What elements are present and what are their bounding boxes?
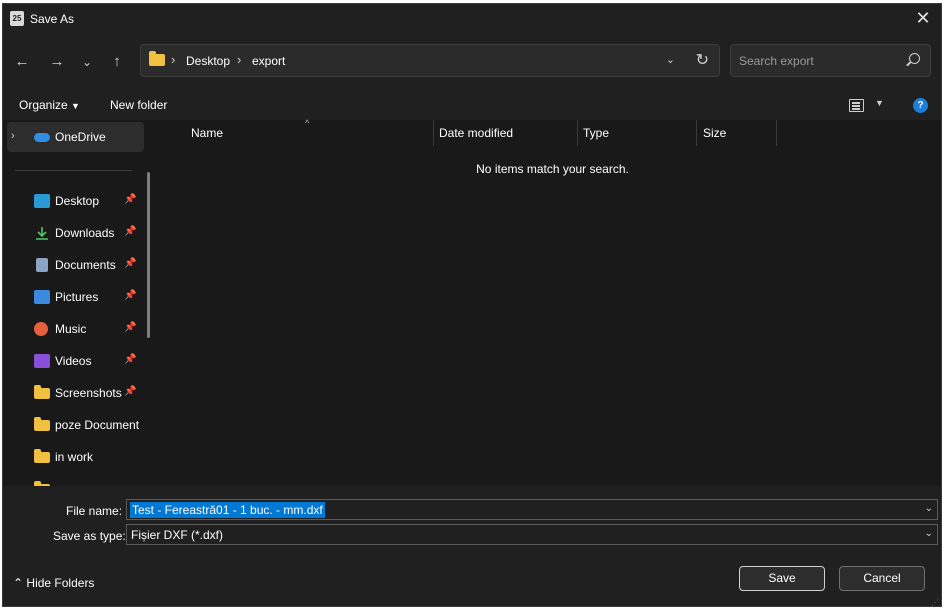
column-header-date-modified[interactable]: Date modified [439,126,513,146]
pin-icon: 📌 [124,322,137,333]
chevron-down-icon[interactable]: ⌄ [666,53,675,66]
new-folder-button[interactable]: New folder [110,98,167,112]
sidebar-item-videos[interactable]: Videos 📌 [3,346,148,376]
column-header-size[interactable]: Size [703,126,726,146]
desktop-icon [34,194,50,208]
pin-icon: 📌 [124,194,137,205]
chevron-right-icon: › [171,52,176,67]
sidebar-item-poze-document[interactable]: poze Document [3,410,148,440]
column-divider[interactable] [696,120,697,146]
sidebar-item-label: Pictures [55,290,99,304]
pin-icon: 📌 [124,290,137,301]
download-icon [34,226,50,240]
empty-state-message: No items match your search. [476,162,629,176]
column-divider[interactable] [776,120,777,146]
sort-ascending-icon: ^ [305,118,310,128]
sidebar-item-label: in work [55,450,94,464]
sidebar-item-pictures[interactable]: Pictures 📌 [3,282,148,312]
sidebar-item-in-work[interactable]: in work [3,442,148,472]
app-icon: 25 [10,11,24,26]
breadcrumb-desktop[interactable]: Desktop [186,54,230,68]
file-list: ^ Name Date modified Type Size No items … [160,118,941,486]
column-header-type[interactable]: Type [583,126,609,146]
folder-icon [34,417,50,431]
dialog-title: Save As [30,12,75,26]
refresh-icon[interactable]: ↻ [696,50,709,70]
file-name-value: Test - Fereastră01 - 1 buc. - mm.dxf [130,502,325,518]
sidebar-item-label: Music [55,322,87,336]
chevron-down-icon[interactable]: ▼ [875,98,884,108]
folder-icon [149,51,165,66]
navigation-pane: › OneDrive Desktop 📌 Downloads 📌 Documen… [3,120,160,486]
recent-locations-button[interactable]: ⌄ [76,51,98,73]
resize-grip-icon[interactable]: ⋰ [931,598,939,606]
videos-icon [34,354,50,368]
command-bar: Organize ▼ New folder ▼ ? [3,90,941,120]
nav-scrollbar[interactable] [147,172,150,338]
address-bar[interactable]: › Desktop › export ⌄ ↻ [140,44,720,77]
sidebar-item-music[interactable]: Music 📌 [3,314,148,344]
pictures-icon [34,290,50,304]
up-button[interactable]: ↑ [106,51,128,73]
sidebar-item-label: Screenshots [55,386,122,400]
file-name-label: File name: [66,504,123,518]
pin-icon: 📌 [124,226,137,237]
forward-button[interactable]: → [46,51,68,73]
chevron-up-icon: ⌃ [13,576,24,590]
pin-icon: 📌 [124,354,137,365]
sidebar-item-label: OneDrive [55,130,106,144]
chevron-right-icon: › [237,52,242,67]
search-input[interactable]: Search export [730,44,931,77]
breadcrumb-export[interactable]: export [252,54,285,68]
sidebar-item-label: Documents [55,258,116,272]
chevron-down-icon[interactable]: ⌄ [925,503,933,514]
column-divider[interactable] [433,120,434,146]
sidebar-item-label: poze Document [55,418,140,432]
close-button[interactable]: ✕ [911,6,935,30]
back-button[interactable]: ← [11,51,33,73]
sidebar-item-label: Downloads [55,226,115,240]
folder-icon [34,449,50,463]
organize-label: Organize [19,98,68,112]
hide-folders-label: Hide Folders [26,576,95,590]
cancel-button[interactable]: Cancel [839,566,925,591]
sidebar-item-label: Videos [55,354,92,368]
sidebar-item-onedrive[interactable]: › OneDrive [7,122,144,152]
chevron-down-icon: ▼ [71,101,80,111]
music-icon [34,322,48,336]
folder-icon [34,385,50,399]
save-form: File name: Test - Fereastră01 - 1 buc. -… [3,486,941,606]
divider [15,170,132,171]
title-bar: 25 Save As ✕ [3,4,941,34]
save-as-type-select[interactable]: Fișier DXF (*.dxf) ⌄ [126,524,938,545]
pin-icon: 📌 [124,386,137,397]
chevron-down-icon[interactable]: ⌄ [925,528,933,539]
onedrive-icon [34,133,50,142]
help-button[interactable]: ? [913,98,928,113]
search-icon[interactable] [909,53,920,64]
column-header-name[interactable]: Name [191,126,223,146]
save-as-type-value: Fișier DXF (*.dxf) [131,528,224,542]
view-options-icon[interactable] [849,99,864,112]
hide-folders-button[interactable]: ⌃ Hide Folders [13,576,94,590]
sidebar-item-label: Desktop [55,194,100,208]
save-button[interactable]: Save [739,566,825,591]
document-icon [36,258,48,272]
navigation-bar: ← → ⌄ ↑ › Desktop › export ⌄ ↻ Search ex… [3,34,941,90]
pin-icon: 📌 [124,258,137,269]
search-placeholder: Search export [739,54,814,68]
file-name-field[interactable]: Test - Fereastră01 - 1 buc. - mm.dxf ⌄ [126,499,938,520]
sidebar-item-partial[interactable] [3,474,148,486]
sidebar-item-screenshots[interactable]: Screenshots 📌 [3,378,148,408]
organize-button[interactable]: Organize ▼ [19,98,80,112]
save-as-type-label: Save as type: [53,529,126,543]
sidebar-item-desktop[interactable]: Desktop 📌 [3,186,148,216]
column-divider[interactable] [577,120,578,146]
save-as-dialog: 25 Save As ✕ ← → ⌄ ↑ › Desktop › export … [2,3,942,607]
sidebar-item-downloads[interactable]: Downloads 📌 [3,218,148,248]
sidebar-item-documents[interactable]: Documents 📌 [3,250,148,280]
chevron-right-icon[interactable]: › [11,130,15,142]
